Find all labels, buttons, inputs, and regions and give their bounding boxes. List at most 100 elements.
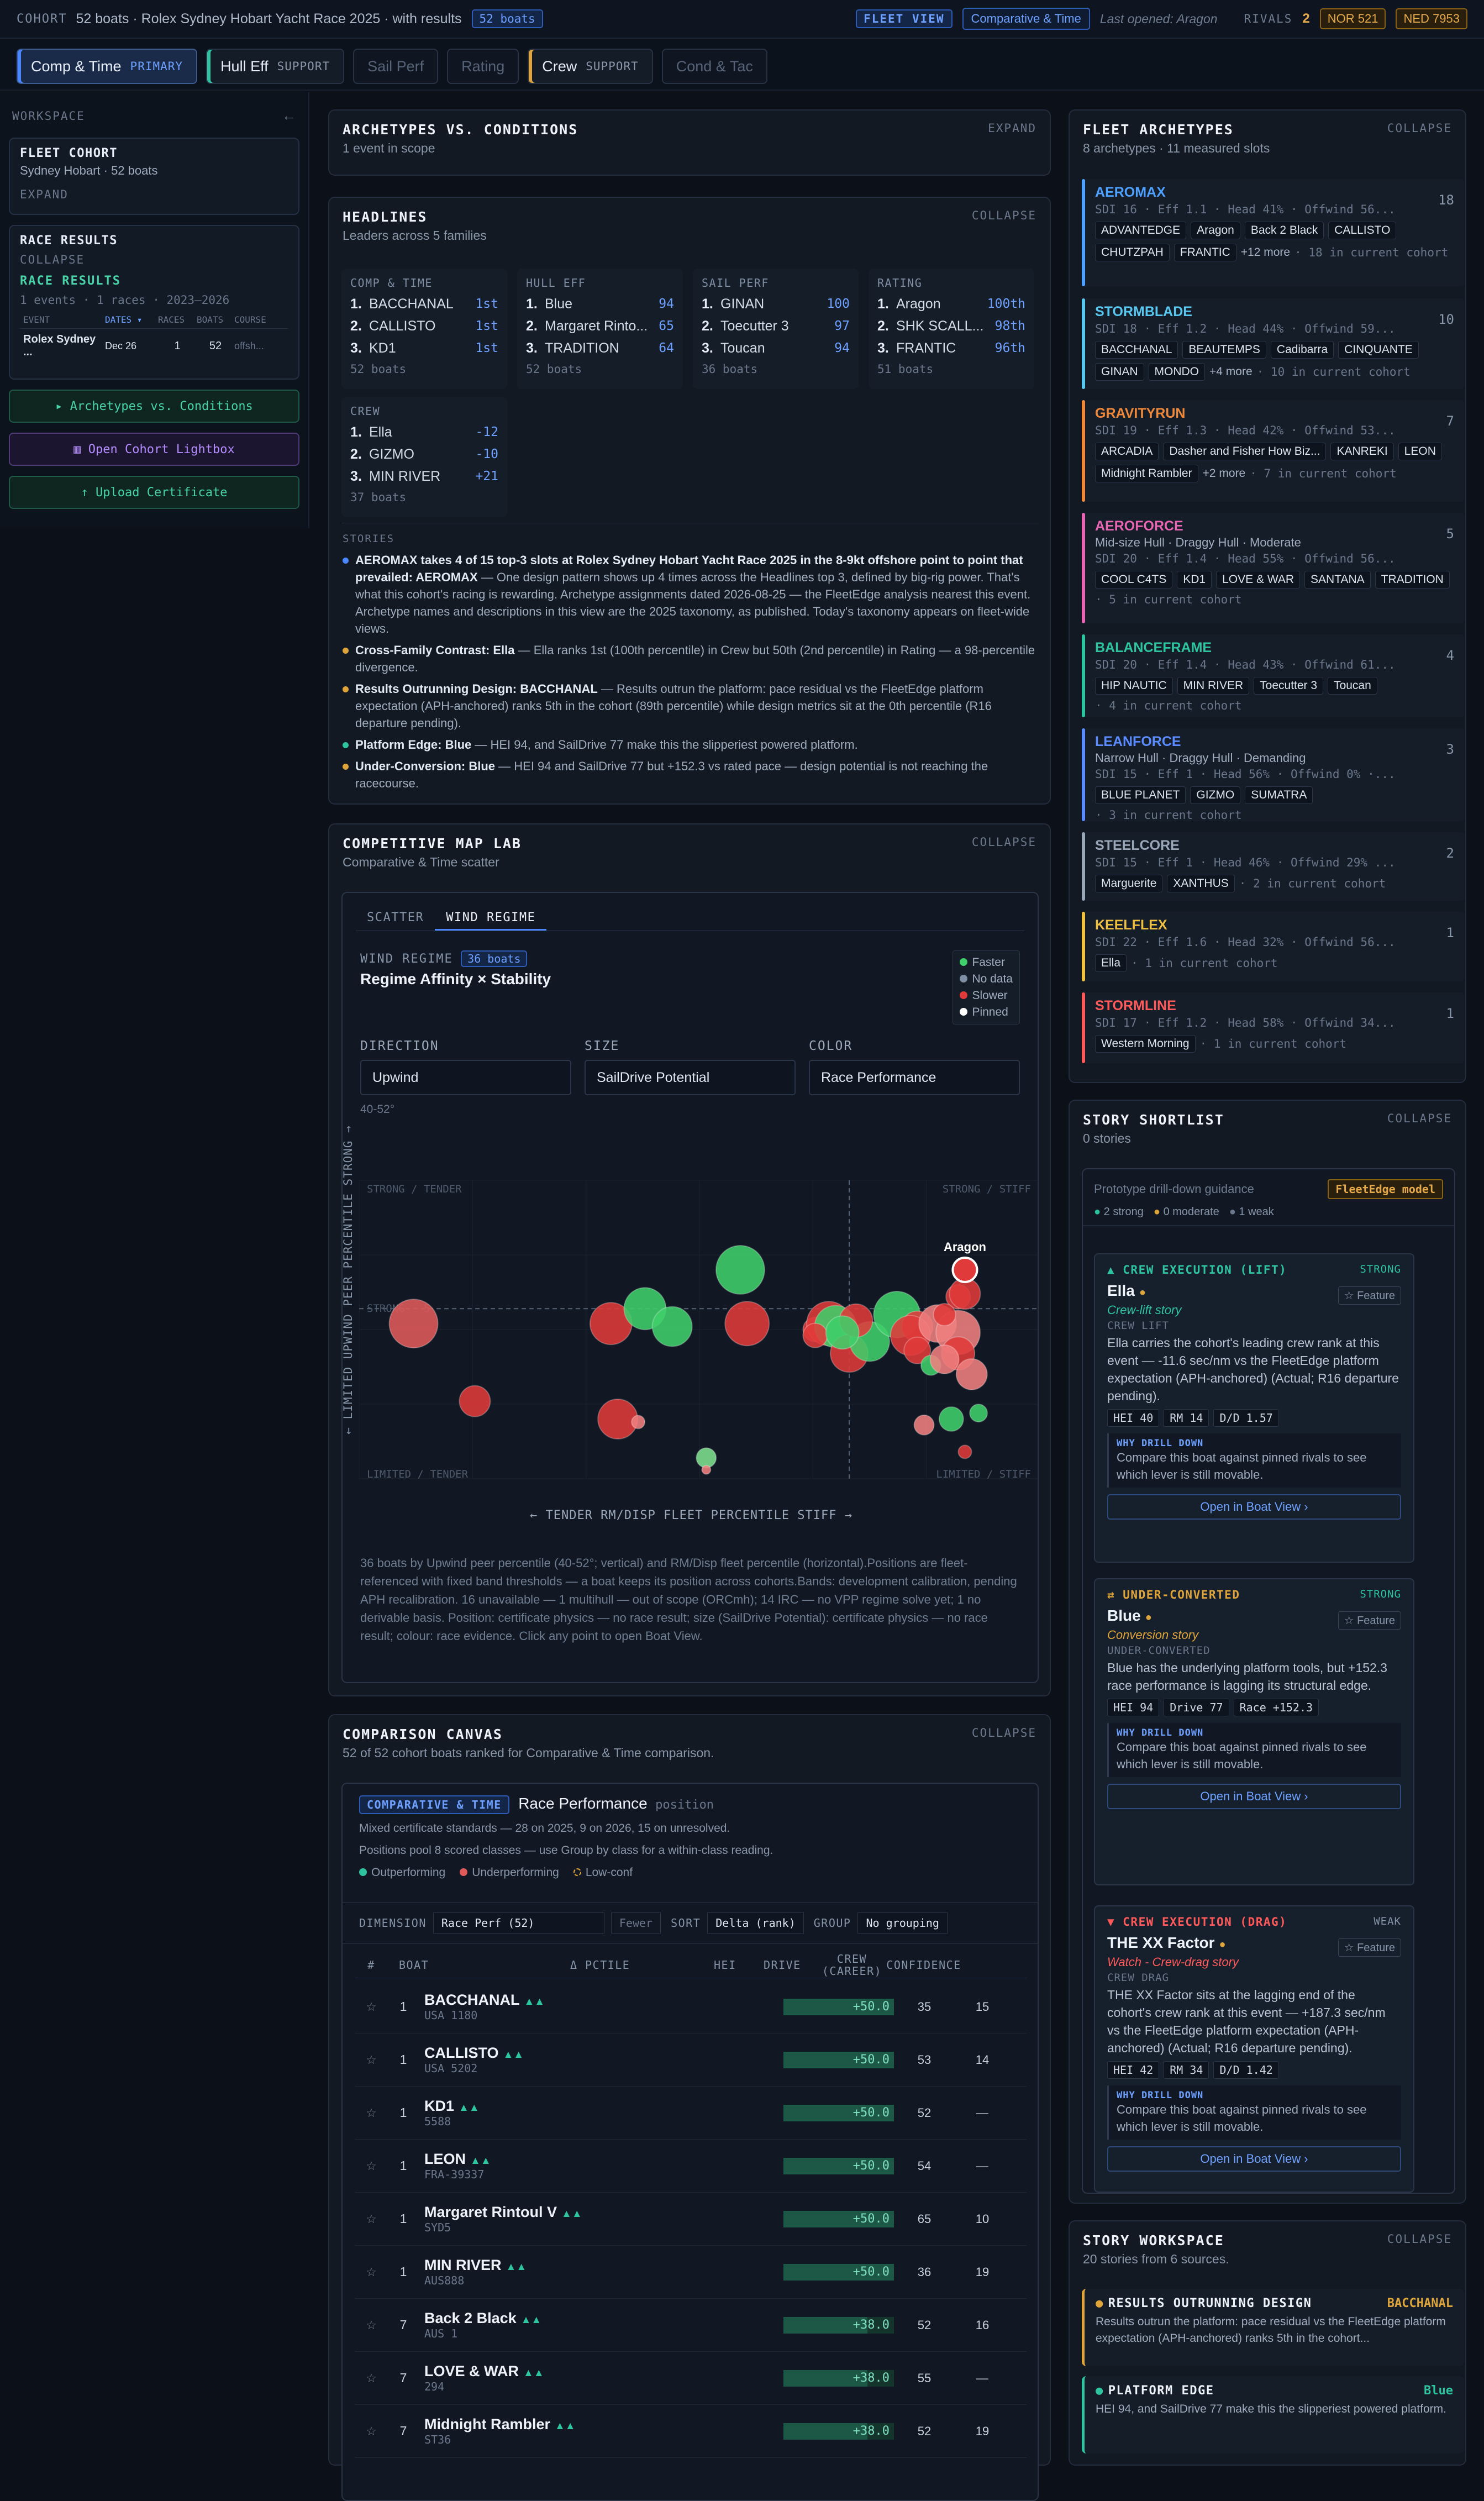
archetype-card[interactable]: STEELCORE SDI 15 · Eff 1 · Head 46% · Off… bbox=[1082, 832, 1464, 901]
more-link[interactable]: +4 more bbox=[1209, 365, 1253, 379]
boat-chip[interactable]: ARCADIA bbox=[1095, 443, 1159, 460]
story-card[interactable]: ⇄ UNDER-CONVERTED STRONG Blue ● ☆ Feature Con… bbox=[1094, 1578, 1414, 1885]
archetype-card[interactable]: GRAVITYRUN SDI 19 · Eff 1.3 · Head 42% · … bbox=[1082, 400, 1464, 502]
collapse-button[interactable]: COLLAPSE bbox=[1387, 122, 1452, 135]
headline-row[interactable]: 2. Toecutter 3 97 bbox=[702, 315, 850, 337]
archetype-card[interactable]: AEROMAX SDI 16 · Eff 1.1 · Head 41% · Off… bbox=[1082, 179, 1464, 286]
size-select[interactable]: SailDrive Potential bbox=[585, 1060, 796, 1095]
boat-chip[interactable]: Aragon bbox=[1191, 222, 1240, 239]
upload-certificate-button[interactable]: ↑ Upload Certificate bbox=[9, 476, 299, 509]
collapse-button[interactable]: COLLAPSE bbox=[972, 836, 1036, 849]
story-card[interactable]: ▼ CREW EXECUTION (DRAG) WEAK THE XX Factor… bbox=[1094, 1905, 1414, 2193]
archetypes-conditions-button[interactable]: ▸ Archetypes vs. Conditions bbox=[9, 390, 299, 423]
boat-chip[interactable]: FRANTIC bbox=[1173, 244, 1236, 261]
story-item[interactable]: Results Outrunning Design: BACCHANAL — R… bbox=[343, 680, 1040, 732]
table-row[interactable]: ☆ 1 BACCHANAL ▲▲ USA 1180 +50.0 35 15 bbox=[355, 1980, 1027, 2034]
tab-scatter[interactable]: SCATTER bbox=[356, 906, 435, 931]
table-row[interactable]: ☆ 1 LEON ▲▲ FRA-39337 +50.0 54— bbox=[355, 2140, 1027, 2193]
boat-chip[interactable]: SANTANA bbox=[1304, 571, 1371, 589]
tab-hull-eff[interactable]: Hull Eff SUPPORT bbox=[206, 49, 345, 84]
tab-crew[interactable]: Crew SUPPORT bbox=[528, 49, 653, 84]
boat-chip[interactable]: CALLISTO bbox=[1328, 222, 1397, 239]
direction-select[interactable]: Upwind bbox=[360, 1060, 571, 1095]
boat-chip[interactable]: LOVE & WAR bbox=[1216, 571, 1301, 589]
rival-chip-2[interactable]: NED 7953 bbox=[1396, 8, 1467, 29]
star-icon[interactable]: ☆ bbox=[355, 2424, 388, 2439]
fleet-cohort-box[interactable]: FLEET COHORT Sydney Hobart · 52 boats EX… bbox=[9, 138, 299, 215]
sidebar-collapse-icon[interactable]: ← bbox=[282, 107, 296, 124]
dimension-select[interactable]: Race Perf (52) bbox=[433, 1912, 604, 1933]
boat-chip[interactable]: Cadibarra bbox=[1270, 341, 1334, 359]
star-icon[interactable]: ☆ bbox=[355, 2318, 388, 2332]
boat-chip[interactable]: KANREKI bbox=[1330, 443, 1394, 460]
boat-chip[interactable]: BEAUTEMPS bbox=[1182, 341, 1266, 359]
boat-chip[interactable]: GIZMO bbox=[1190, 786, 1241, 804]
headline-row[interactable]: 3. TRADITION 64 bbox=[526, 337, 674, 359]
rival-chip-1[interactable]: NOR 521 bbox=[1319, 8, 1386, 29]
story-card[interactable]: ▲ CREW EXECUTION (LIFT) STRONG Ella ● ☆ Feat… bbox=[1094, 1253, 1414, 1563]
boat-chip[interactable]: MIN RIVER bbox=[1177, 677, 1250, 695]
archetype-card[interactable]: LEANFORCE Narrow Hull · Draggy Hull · Dem… bbox=[1082, 728, 1464, 822]
boat-chip[interactable]: KD1 bbox=[1177, 571, 1212, 589]
more-link[interactable]: +2 more bbox=[1203, 467, 1246, 480]
archetype-card[interactable]: STORMBLADE SDI 18 · Eff 1.2 · Head 44% · … bbox=[1082, 298, 1464, 389]
boat-chip[interactable]: Back 2 Black bbox=[1244, 222, 1324, 239]
open-boat-view-button[interactable]: Open in Boat View › bbox=[1107, 1784, 1401, 1809]
story-item[interactable]: AEROMAX takes 4 of 15 top-3 slots at Rol… bbox=[343, 551, 1040, 637]
race-results-collapse[interactable]: COLLAPSE bbox=[20, 253, 288, 266]
headline-row[interactable]: 2. CALLISTO 1st bbox=[350, 315, 498, 337]
headline-row[interactable]: 2. GIZMO -10 bbox=[350, 443, 498, 465]
archetype-card[interactable]: BALANCEFRAME SDI 20 · Eff 1.4 · Head 43% … bbox=[1082, 634, 1464, 717]
open-boat-view-button[interactable]: Open in Boat View › bbox=[1107, 1494, 1401, 1520]
feature-button[interactable]: ☆ Feature bbox=[1338, 1938, 1401, 1957]
color-select[interactable]: Race Performance bbox=[809, 1060, 1020, 1095]
boat-chip[interactable]: TRADITION bbox=[1375, 571, 1450, 589]
feature-button[interactable]: ☆ Feature bbox=[1338, 1286, 1401, 1305]
table-row[interactable]: ☆ 1 MIN RIVER ▲▲ AUS888 +50.0 36 19 bbox=[355, 2246, 1027, 2299]
workspace-story-card[interactable]: ● RESULTS OUTRUNNING DESIGN BACCHANAL Resul… bbox=[1082, 2289, 1464, 2366]
headline-row[interactable]: 1. Ella -12 bbox=[350, 421, 498, 443]
tab-sail-perf[interactable]: Sail Perf bbox=[353, 49, 439, 84]
headline-row[interactable]: 1. BACCHANAL 1st bbox=[350, 293, 498, 315]
boat-chip[interactable]: Midnight Rambler bbox=[1095, 465, 1198, 482]
boat-chip[interactable]: Marguerite bbox=[1095, 875, 1163, 892]
headline-row[interactable]: 3. Toucan 94 bbox=[702, 337, 850, 359]
boat-chip[interactable]: ADVANTEDGE bbox=[1095, 222, 1187, 239]
headline-row[interactable]: 2. Margaret Rinto... 65 bbox=[526, 315, 674, 337]
table-row[interactable]: ☆ 7 LOVE & WAR ▲▲ 294 +38.0 55— bbox=[355, 2352, 1027, 2405]
boat-chip[interactable]: LEON bbox=[1398, 443, 1442, 460]
boat-chip[interactable]: Western Morning bbox=[1095, 1035, 1196, 1053]
headline-row[interactable]: 3. FRANTIC 96th bbox=[877, 337, 1025, 359]
star-icon[interactable]: ☆ bbox=[355, 2212, 388, 2226]
collapse-button[interactable]: COLLAPSE bbox=[1387, 2232, 1452, 2246]
boat-chip[interactable]: MONDO bbox=[1148, 363, 1206, 381]
tab-rating[interactable]: Rating bbox=[447, 49, 519, 84]
table-row[interactable]: ☆ 1 Margaret Rintoul V ▲▲ SYD5 +50.0 65 10 bbox=[355, 2193, 1027, 2246]
boat-chip[interactable]: COOL C4TS bbox=[1095, 571, 1173, 589]
headline-row[interactable]: 3. MIN RIVER +21 bbox=[350, 465, 498, 487]
open-boat-view-button[interactable]: Open in Boat View › bbox=[1107, 2146, 1401, 2172]
workspace-story-card[interactable]: ● PLATFORM EDGE Blue HEI 94, and SailDrive … bbox=[1082, 2376, 1464, 2453]
feature-button[interactable]: ☆ Feature bbox=[1338, 1611, 1401, 1630]
archetype-card[interactable]: STORMLINE SDI 17 · Eff 1.2 · Head 58% · O… bbox=[1082, 992, 1464, 1063]
fewer-button[interactable]: Fewer bbox=[611, 1912, 661, 1933]
star-icon[interactable]: ☆ bbox=[355, 2371, 388, 2386]
collapse-button[interactable]: COLLAPSE bbox=[972, 1726, 1036, 1740]
boat-chip[interactable]: SUMATRA bbox=[1245, 786, 1313, 804]
scatter-chart[interactable]: STRONG / TENDER STRONG / STIFF LIMITED / T… bbox=[359, 1180, 1039, 1490]
star-icon[interactable]: ☆ bbox=[355, 2159, 388, 2173]
tab-comp-time[interactable]: Comp & Time PRIMARY bbox=[17, 49, 198, 84]
story-item[interactable]: Under-Conversion: Blue — HEI 94 and Sail… bbox=[343, 758, 1040, 792]
open-lightbox-button[interactable]: ▥ Open Cohort Lightbox bbox=[9, 433, 299, 466]
star-icon[interactable]: ☆ bbox=[355, 2000, 388, 2014]
boat-chip[interactable]: XANTHUS bbox=[1167, 875, 1235, 892]
tab-cond-tac[interactable]: Cond & Tac bbox=[661, 49, 767, 84]
table-row[interactable]: ☆ 1 CALLISTO ▲▲ USA 5202 +50.0 53 14 bbox=[355, 2034, 1027, 2087]
group-select[interactable]: No grouping bbox=[857, 1912, 948, 1933]
story-item[interactable]: Cross-Family Contrast: Ella — Ella ranks… bbox=[343, 642, 1040, 676]
archetype-card[interactable]: KEELFLEX SDI 22 · Eff 1.6 · Head 32% · Of… bbox=[1082, 912, 1464, 981]
table-row[interactable]: ☆ 7 Midnight Rambler ▲▲ ST36 +38.0 52 19 bbox=[355, 2405, 1027, 2458]
fleet-view-button[interactable]: FLEET VIEW bbox=[856, 9, 953, 28]
boat-chip[interactable]: Toucan bbox=[1328, 677, 1377, 695]
boat-chip[interactable]: BACCHANAL bbox=[1095, 341, 1178, 359]
